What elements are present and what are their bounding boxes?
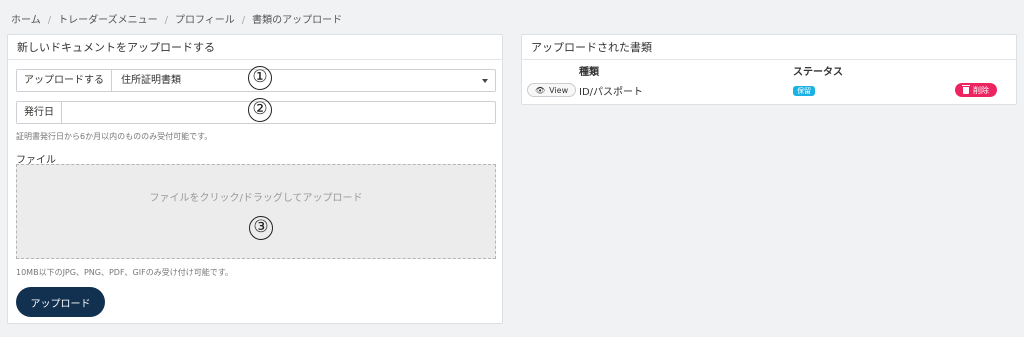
document-type-value[interactable]: 住所証明書類: [112, 70, 495, 91]
document-type-selected: 住所証明書類: [121, 75, 181, 86]
column-header-delete: [955, 62, 1015, 78]
uploaded-documents-table: 種類 ステータス 👁 View ID/パスポート 保留 削除: [523, 62, 1015, 102]
annotation-marker-1: ①: [248, 66, 272, 90]
uploaded-documents-panel: アップロードされた書類 種類 ステータス 👁 View ID/パスポート 保留 …: [521, 34, 1017, 105]
delete-cell: 削除: [955, 78, 1015, 102]
delete-button-label: 削除: [973, 85, 989, 95]
breadcrumb-current: 書類のアップロード: [252, 15, 343, 26]
view-button-label: View: [549, 85, 569, 95]
delete-button[interactable]: 削除: [955, 83, 997, 97]
status-cell: 保留: [793, 78, 955, 102]
table-row: 👁 View ID/パスポート 保留 削除: [523, 78, 1015, 102]
document-type-label: アップロードする: [17, 70, 112, 91]
document-type-cell: ID/パスポート: [579, 86, 644, 98]
status-badge: 保留: [793, 85, 815, 96]
chevron-down-icon: [482, 79, 488, 83]
breadcrumb: ホーム / トレーダーズメニュー / プロフィール / 書類のアップロード: [11, 11, 342, 26]
breadcrumb-home[interactable]: ホーム: [11, 15, 41, 26]
column-header-action: [523, 62, 579, 78]
file-help: 10MB以下のJPG、PNG、PDF、GIFのみ受け付け可能です。: [16, 268, 233, 277]
issue-date-label: 発行日: [17, 102, 62, 123]
uploaded-panel-title: アップロードされた書類: [522, 35, 1016, 60]
breadcrumb-traders-menu[interactable]: トレーダーズメニュー: [58, 15, 158, 26]
file-dropzone[interactable]: ファイルをクリック/ドラッグしてアップロード ③: [16, 164, 496, 259]
upload-button[interactable]: アップロード: [16, 287, 105, 317]
annotation-marker-3: ③: [249, 216, 273, 240]
dropzone-text: ファイルをクリック/ドラッグしてアップロード: [149, 193, 363, 204]
eye-icon: 👁: [535, 85, 546, 95]
view-cell: 👁 View: [523, 78, 579, 102]
trash-icon: [962, 84, 970, 94]
breadcrumb-profile[interactable]: プロフィール: [175, 15, 235, 26]
annotation-marker-2: ②: [248, 98, 272, 122]
breadcrumb-separator: /: [47, 15, 52, 26]
column-header-type: 種類: [579, 66, 599, 78]
issue-date-input[interactable]: [62, 102, 495, 123]
view-button[interactable]: 👁 View: [527, 83, 577, 97]
column-header-status: ステータス: [793, 66, 843, 78]
issue-date-help: 証明書発行日から6か月以内のもののみ受付可能です。: [16, 132, 213, 141]
breadcrumb-separator: /: [164, 15, 168, 26]
table-header-row: 種類 ステータス: [523, 62, 1015, 78]
upload-panel: 新しいドキュメントをアップロードする アップロードする 住所証明書類 ① 発行日…: [7, 34, 503, 324]
breadcrumb-separator: /: [241, 15, 246, 26]
upload-panel-title: 新しいドキュメントをアップロードする: [8, 35, 502, 60]
